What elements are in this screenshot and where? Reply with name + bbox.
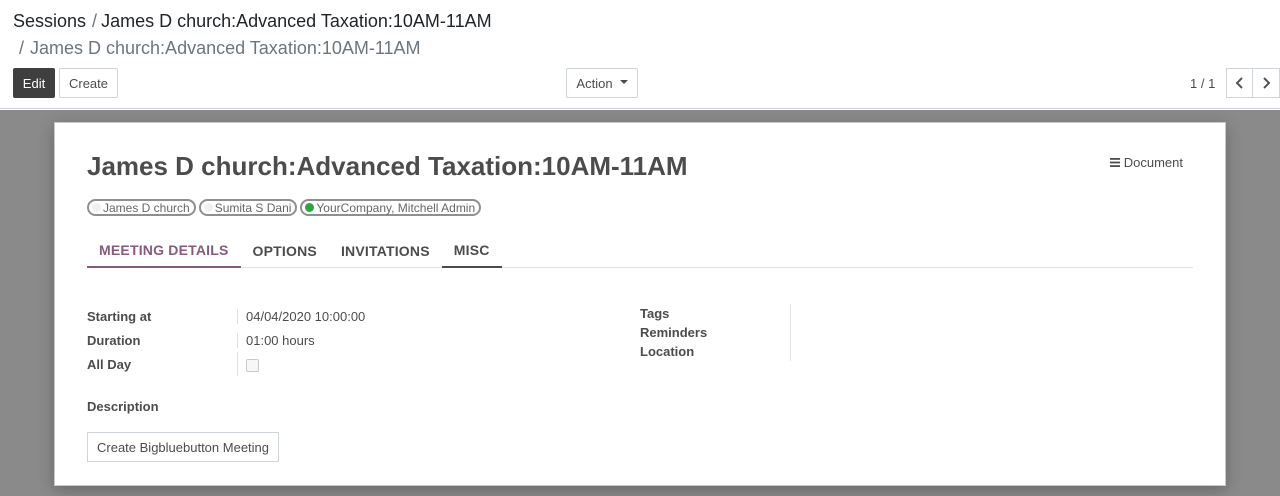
reminders-label: Reminders bbox=[640, 325, 708, 340]
notebook-tabs: MEETING DETAILS OPTIONS INVITATIONS MISC bbox=[87, 233, 1193, 268]
attendee-name: James D church bbox=[103, 200, 190, 215]
form-sheet: Document James D church:Advanced Taxatio… bbox=[54, 122, 1226, 486]
pager-value[interactable]: 1 / 1 bbox=[1190, 76, 1215, 91]
location-label: Location bbox=[640, 344, 695, 359]
location-value[interactable] bbox=[790, 342, 799, 361]
chevron-left-icon bbox=[1235, 77, 1243, 89]
pager-previous-button[interactable] bbox=[1226, 68, 1253, 98]
caret-down-icon bbox=[619, 80, 628, 84]
tab-options[interactable]: OPTIONS bbox=[241, 233, 329, 268]
breadcrumb-separator: / bbox=[19, 38, 25, 58]
tab-misc[interactable]: MISC bbox=[441, 233, 502, 268]
status-dot-icon bbox=[92, 203, 101, 212]
hamburger-menu-icon bbox=[1109, 158, 1120, 167]
action-label: Action bbox=[576, 75, 613, 91]
attendee-tags: James D church Sumita S Dani YourCompany… bbox=[87, 199, 482, 216]
all-day-label: All Day bbox=[87, 356, 132, 372]
attendee-name: Sumita S Dani bbox=[214, 200, 292, 215]
document-label: Document bbox=[1123, 155, 1183, 170]
meeting-details-right-group: Tags Reminders Location bbox=[640, 304, 799, 361]
pager-next-button[interactable] bbox=[1253, 68, 1280, 98]
record-title: James D church:Advanced Taxation:10AM-11… bbox=[87, 151, 688, 181]
action-dropdown-button[interactable]: Action bbox=[566, 68, 638, 98]
attendee-name: YourCompany, Mitchell Admin bbox=[316, 200, 476, 215]
all-day-value bbox=[237, 352, 259, 376]
status-dot-icon bbox=[203, 203, 213, 212]
document-button[interactable]: Document bbox=[1109, 155, 1183, 170]
attendee-tag[interactable]: YourCompany, Mitchell Admin bbox=[300, 199, 482, 216]
breadcrumb-current: James D church:Advanced Taxation:10AM-11… bbox=[30, 38, 421, 58]
all-day-checkbox[interactable] bbox=[246, 358, 259, 372]
field-row-duration: Duration 01:00 hours bbox=[87, 328, 365, 352]
reminders-value[interactable] bbox=[790, 323, 799, 342]
chevron-right-icon bbox=[1263, 77, 1271, 89]
form-content-area: Document James D church:Advanced Taxatio… bbox=[0, 110, 1280, 496]
attendee-tag[interactable]: James D church bbox=[87, 199, 196, 216]
field-row-starting-at: Starting at 04/04/2020 10:00:00 bbox=[87, 304, 365, 328]
attendee-tag[interactable]: Sumita S Dani bbox=[198, 199, 298, 216]
control-panel: Sessions / James D church:Advanced Taxatio… bbox=[0, 0, 1280, 109]
field-row-location: Location bbox=[640, 342, 799, 361]
tags-label: Tags bbox=[640, 306, 670, 321]
meeting-details-left-group: Starting at 04/04/2020 10:00:00 Duration… bbox=[87, 304, 365, 376]
create-button[interactable]: Create bbox=[59, 68, 118, 98]
starting-at-value: 04/04/2020 10:00:00 bbox=[237, 308, 365, 324]
breadcrumb: Sessions / James D church:Advanced Taxatio… bbox=[13, 11, 492, 32]
duration-label: Duration bbox=[87, 332, 141, 348]
breadcrumb-sessions[interactable]: Sessions bbox=[13, 11, 86, 31]
duration-value: 01:00 hours bbox=[237, 332, 315, 348]
tags-value[interactable] bbox=[790, 304, 799, 323]
breadcrumb-separator: / bbox=[92, 11, 98, 31]
tab-invitations[interactable]: INVITATIONS bbox=[329, 233, 442, 268]
online-status-dot-icon bbox=[305, 203, 315, 212]
breadcrumb-current-line: / James D church:Advanced Taxation:10AM-1… bbox=[19, 38, 421, 59]
tab-meeting-details[interactable]: MEETING DETAILS bbox=[87, 233, 241, 268]
field-row-all-day: All Day bbox=[87, 352, 365, 376]
create-bigbluebutton-meeting-button[interactable]: Create Bigbluebutton Meeting bbox=[87, 432, 280, 462]
starting-at-label: Starting at bbox=[87, 308, 152, 324]
field-row-reminders: Reminders bbox=[640, 323, 799, 342]
description-label: Description bbox=[87, 399, 159, 414]
breadcrumb-session-link[interactable]: James D church:Advanced Taxation:10AM-11… bbox=[101, 11, 492, 31]
edit-button[interactable]: Edit bbox=[13, 68, 55, 98]
field-row-tags: Tags bbox=[640, 304, 799, 323]
